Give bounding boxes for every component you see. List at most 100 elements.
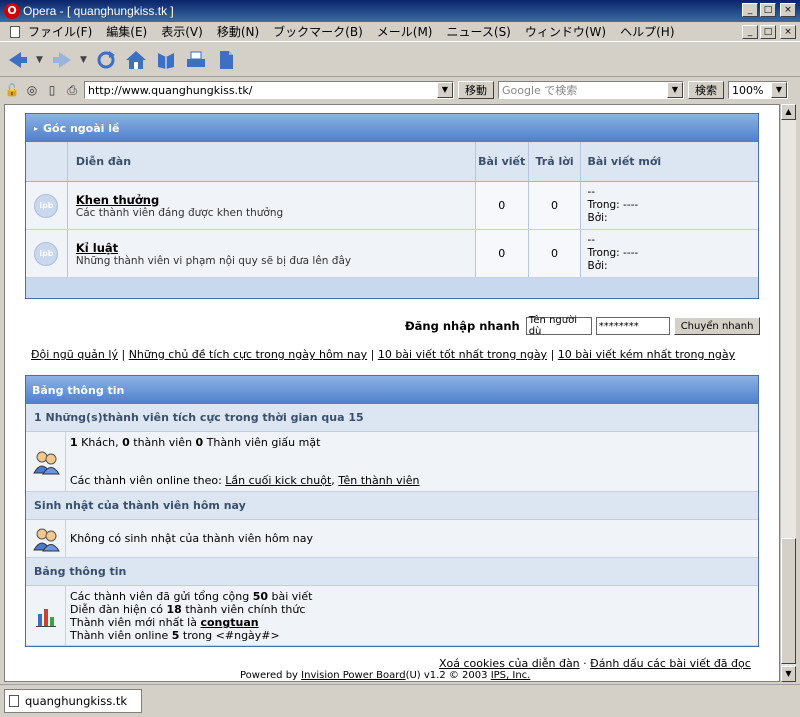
birthday-row: Không có sinh nhật của thành viên hôm na… xyxy=(26,520,758,558)
top-posts-link[interactable]: 10 bài viết tốt nhất trong ngày xyxy=(378,348,547,361)
worst-posts-link[interactable]: 10 bài viết kém nhất trong ngày xyxy=(558,348,735,361)
url-dropdown-icon[interactable]: ▼ xyxy=(437,82,453,98)
menu-mail[interactable]: メール(M) xyxy=(377,23,433,40)
users-icon xyxy=(32,451,60,474)
print-button[interactable] xyxy=(184,48,208,72)
reload-icon xyxy=(97,50,115,68)
page-tab[interactable]: quanghungkiss.tk xyxy=(4,689,142,713)
reload-button[interactable] xyxy=(94,48,118,72)
quick-links: Đội ngũ quản lý | Những chủ đề tích cực … xyxy=(31,348,736,361)
forum-link[interactable]: Khen thưởng xyxy=(76,193,159,207)
scroll-up-icon[interactable]: ▲ xyxy=(781,104,796,120)
online-counts: 1 Khách, 0 thành viên 0 Thành viên giấu … xyxy=(70,436,321,449)
doc-close-button[interactable]: × xyxy=(780,25,796,39)
forum-topics-count: 0 xyxy=(475,230,529,277)
scroll-thumb[interactable] xyxy=(781,538,796,664)
ipb-forum-icon: ipb xyxy=(34,193,59,218)
page-button[interactable] xyxy=(214,48,238,72)
stats-online: Thành viên online 5 trong <#ngày#> xyxy=(70,629,280,642)
zoom-dropdown-icon[interactable]: ▼ xyxy=(771,82,787,98)
menu-file[interactable]: ファイル(F) xyxy=(28,23,92,40)
staff-link[interactable]: Đội ngũ quản lý xyxy=(31,348,118,361)
forum-replies-count: 0 xyxy=(528,230,582,277)
birthday-header: Sinh nhật của thành viên hôm nay xyxy=(26,492,758,520)
hotlist-icon xyxy=(158,52,174,69)
navigation-toolbar: ▼ ▼ xyxy=(0,43,800,77)
board-stats-table: Bảng thông tin 1 Những(s)thành viên tích… xyxy=(25,375,759,647)
forward-history-arrow-icon[interactable]: ▼ xyxy=(80,55,88,65)
doc-restore-button[interactable]: □ xyxy=(760,25,776,39)
password-input[interactable]: ******** xyxy=(595,317,670,335)
col-topics: Bài viết xyxy=(476,142,529,181)
clear-cookies-link[interactable]: Xoá cookies của diễn đàn xyxy=(439,657,580,670)
new-page-icon[interactable]: ▯ xyxy=(44,82,60,98)
window-title: Opera - [ quanghungkiss.tk ] xyxy=(23,4,174,18)
forum-row: ipb Khen thưởng Các thành viên đáng được… xyxy=(26,182,758,230)
forum-description: Những thành viên vi phạm nội quy sẽ bị đ… xyxy=(75,254,352,267)
menu-news[interactable]: ニュース(S) xyxy=(446,23,510,40)
minimize-button[interactable]: _ xyxy=(742,3,758,17)
col-forum: Diễn đàn xyxy=(68,142,476,181)
scroll-down-icon[interactable]: ▼ xyxy=(781,666,796,682)
forum-topics-count: 0 xyxy=(475,182,529,229)
active-topics-link[interactable]: Những chủ đề tích cực trong ngày hôm nay xyxy=(129,348,367,361)
home-button[interactable] xyxy=(124,48,148,72)
forum-last-post: -- Trong: ---- Bởi: xyxy=(587,234,639,272)
doc-minimize-button[interactable]: _ xyxy=(742,25,758,39)
menu-edit[interactable]: 編集(E) xyxy=(106,23,147,40)
ips-link[interactable]: IPS, Inc. xyxy=(491,670,531,681)
quick-login-form: Đăng nhập nhanh Tên người dù ******** Ch… xyxy=(405,315,761,337)
forward-arrow-icon xyxy=(53,51,71,68)
back-button[interactable] xyxy=(6,48,30,72)
forum-last-post: -- Trong: ---- Bởi: xyxy=(587,186,639,224)
back-history-arrow-icon[interactable]: ▼ xyxy=(36,55,44,65)
menu-bookmarks[interactable]: ブックマーク(B) xyxy=(273,23,363,40)
mark-read-link[interactable]: Đánh dấu các bài viết đã đọc xyxy=(590,657,751,670)
url-input[interactable]: http://www.quanghungkiss.tk/ ▼ xyxy=(84,81,454,99)
sort-last-click-link[interactable]: Lần cuối kick chuột xyxy=(225,474,331,487)
search-button[interactable]: 検索 xyxy=(688,81,724,99)
category-arrow-icon: ▸ xyxy=(34,123,39,133)
page-viewport: ▸ Góc ngoài lề Diễn đàn Bài viết Trả lời… xyxy=(4,104,780,682)
print-icon xyxy=(187,51,205,67)
forum-row: ipb Kỉ luật Những thành viên vi phạm nội… xyxy=(26,230,758,278)
hotlist-button[interactable] xyxy=(154,48,178,72)
search-placeholder: Google で検索 xyxy=(502,84,578,97)
menu-navigate[interactable]: 移動(N) xyxy=(217,23,259,40)
category-header: ▸ Góc ngoài lề xyxy=(26,114,758,142)
tab-label: quanghungkiss.tk xyxy=(25,694,128,708)
url-text: http://www.quanghungkiss.tk/ xyxy=(88,83,253,97)
newest-member-link[interactable]: congtuan xyxy=(200,616,258,629)
zoom-value: 100% xyxy=(732,83,764,97)
column-headers: Diễn đàn Bài viết Trả lời Bài viết mới xyxy=(26,142,758,182)
address-bar: 🔓 ◎ ▯ ⎙ http://www.quanghungkiss.tk/ ▼ 移… xyxy=(0,78,800,102)
online-sort-options: Các thành viên online theo: Lần cuối kic… xyxy=(70,474,420,487)
search-input[interactable]: Google で検索 ▼ xyxy=(498,81,684,99)
back-arrow-icon xyxy=(9,51,27,68)
go-button[interactable]: 移動 xyxy=(458,81,494,99)
bar-chart-icon xyxy=(35,608,56,627)
menu-view[interactable]: 表示(V) xyxy=(161,23,203,40)
camera-icon[interactable]: ◎ xyxy=(24,82,40,98)
username-input[interactable]: Tên người dù xyxy=(525,315,592,337)
powered-by: Powered by Invision Power Board(U) v1.2 … xyxy=(240,670,531,681)
quick-login-label: Đăng nhập nhanh xyxy=(405,319,520,333)
search-engine-dropdown-icon[interactable]: ▼ xyxy=(667,82,683,98)
col-last-post: Bài viết mới xyxy=(587,155,662,168)
forward-button[interactable] xyxy=(50,48,74,72)
forum-link[interactable]: Kỉ luật xyxy=(76,241,118,255)
sort-member-name-link[interactable]: Tên thành viên xyxy=(338,474,419,487)
maximize-button[interactable]: □ xyxy=(760,3,776,17)
vertical-scrollbar[interactable]: ▲ ▼ xyxy=(780,104,796,682)
printer-small-icon[interactable]: ⎙ xyxy=(64,82,80,98)
zoom-select[interactable]: 100% ▼ xyxy=(728,81,788,99)
menu-window[interactable]: ウィンドウ(W) xyxy=(525,23,606,40)
quick-login-button[interactable]: Chuyển nhanh xyxy=(673,317,761,335)
close-button[interactable]: × xyxy=(780,3,796,17)
category-title[interactable]: Góc ngoài lề xyxy=(43,122,119,135)
lock-icon[interactable]: 🔓 xyxy=(4,82,20,98)
birthday-text: Không có sinh nhật của thành viên hôm na… xyxy=(70,532,314,545)
menu-help[interactable]: ヘルプ(H) xyxy=(620,23,674,40)
ipb-link[interactable]: Invision Power Board xyxy=(301,670,405,681)
col-replies: Trả lời xyxy=(529,142,582,181)
